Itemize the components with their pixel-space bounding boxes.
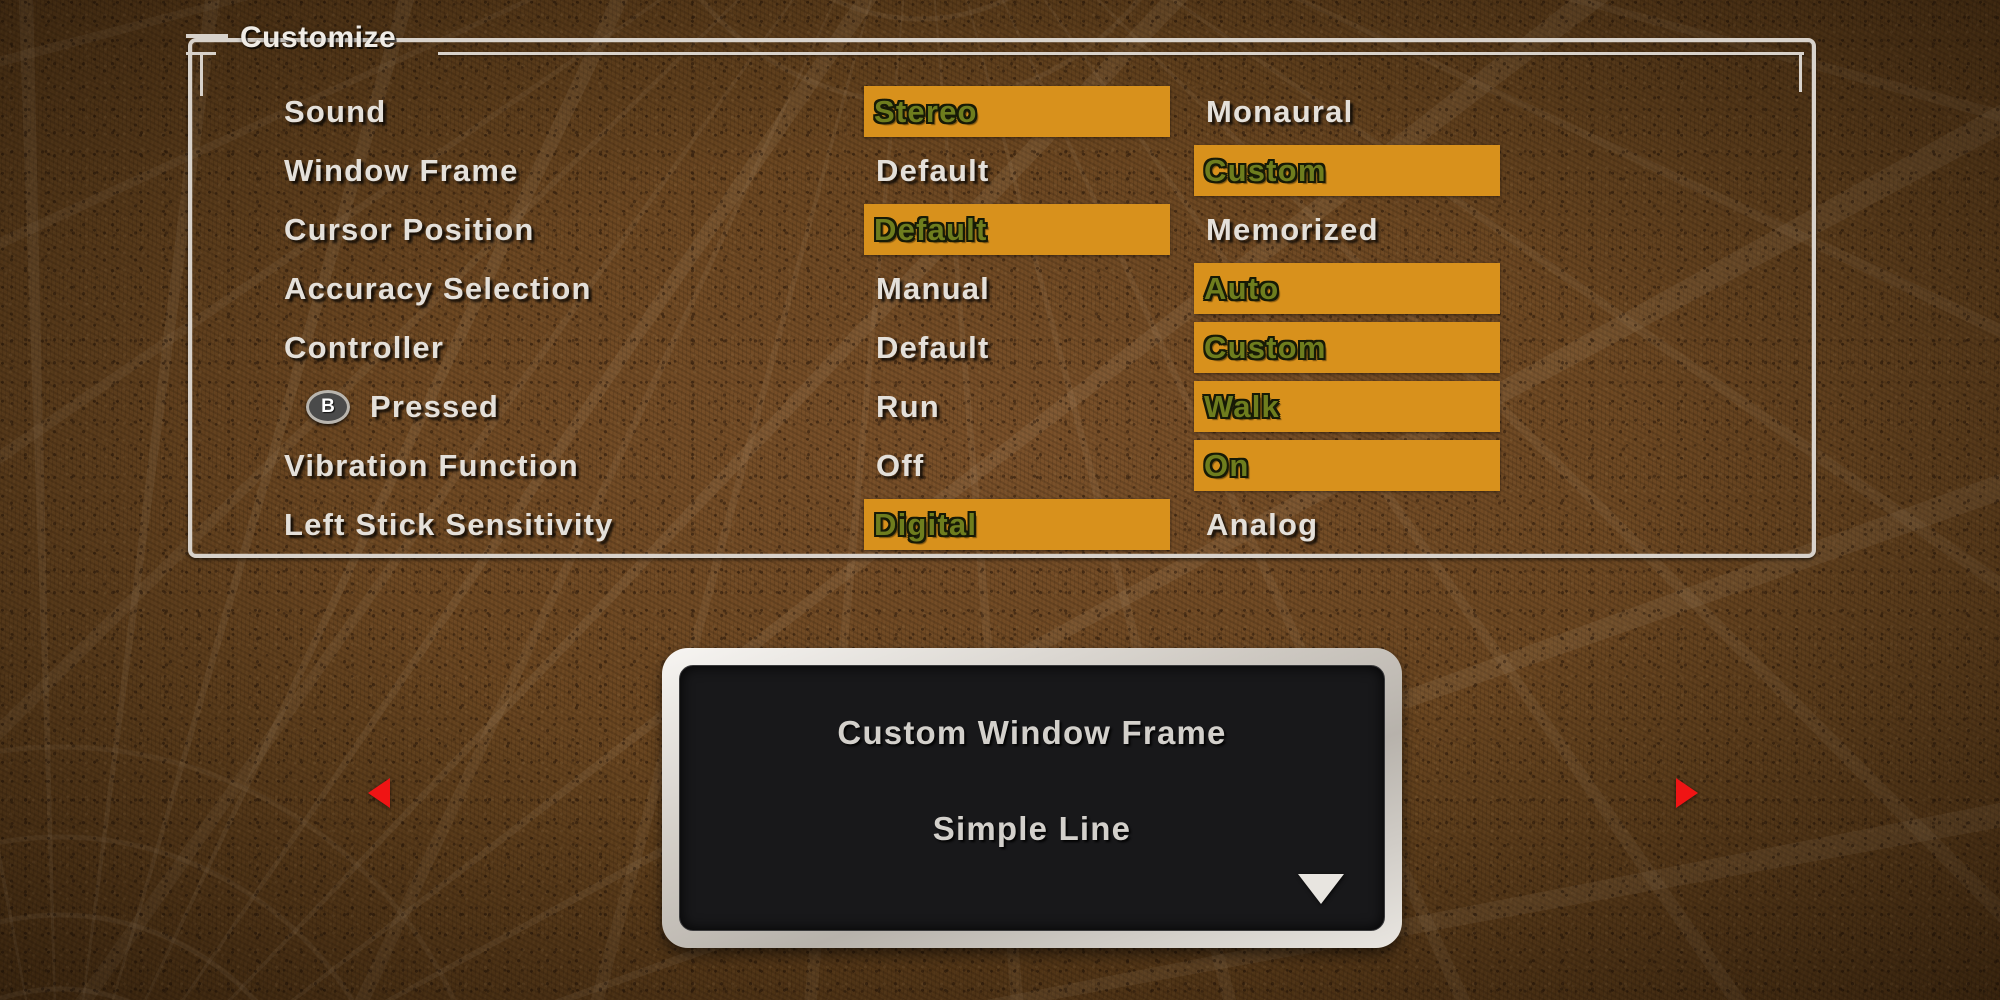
option-choices: Run Walk bbox=[864, 377, 1800, 436]
option-choices: Default Memorized bbox=[864, 200, 1800, 259]
option-choice[interactable]: Run bbox=[864, 381, 1170, 432]
option-choices: Manual Auto bbox=[864, 259, 1800, 318]
option-choices: Default Custom bbox=[864, 141, 1800, 200]
option-choice[interactable]: Off bbox=[864, 440, 1170, 491]
triangle-down-icon[interactable] bbox=[1298, 874, 1344, 904]
option-choice-selected[interactable]: Custom bbox=[1194, 322, 1500, 373]
option-label-text: Left Stick Sensitivity bbox=[284, 506, 614, 542]
option-label: Vibration Function bbox=[284, 448, 579, 484]
option-choice-selected[interactable]: Stereo bbox=[864, 86, 1170, 137]
option-label-text: Accuracy Selection bbox=[284, 270, 592, 306]
option-label: Left Stick Sensitivity bbox=[284, 507, 614, 543]
description-value: Simple Line bbox=[932, 810, 1132, 847]
triangle-right-icon[interactable] bbox=[1676, 778, 1698, 808]
option-row[interactable]: Cursor Position Default Memorized bbox=[188, 200, 1816, 259]
option-label-text: Vibration Function bbox=[284, 447, 579, 483]
option-choice[interactable]: Memorized bbox=[1194, 204, 1500, 255]
description-dialog: Custom Window Frame Simple Line bbox=[662, 648, 1402, 948]
option-choice-selected[interactable]: Digital bbox=[864, 499, 1170, 550]
option-choices: Off On bbox=[864, 436, 1800, 495]
option-choice[interactable]: Monaural bbox=[1194, 86, 1500, 137]
option-choices: Stereo Monaural bbox=[864, 82, 1800, 141]
option-label-text: Cursor Position bbox=[284, 211, 535, 247]
option-row[interactable]: B Pressed Run Walk bbox=[188, 377, 1816, 436]
page-title: Customize bbox=[240, 21, 397, 54]
option-label: Controller bbox=[284, 330, 444, 366]
option-choice[interactable]: Manual bbox=[864, 263, 1170, 314]
option-label-text: Window Frame bbox=[284, 152, 519, 188]
option-choice[interactable]: Analog bbox=[1194, 499, 1500, 550]
description-dialog-body: Custom Window Frame Simple Line bbox=[679, 665, 1385, 931]
option-label-text: Controller bbox=[284, 329, 445, 365]
option-label: B Pressed bbox=[306, 389, 499, 425]
options-list: Sound Stereo Monaural Window Frame Default Cu… bbox=[188, 82, 1816, 554]
option-choice-selected[interactable]: Default bbox=[864, 204, 1170, 255]
option-label-text: Pressed bbox=[370, 388, 500, 424]
panel-frame-stub-top bbox=[186, 34, 228, 38]
b-button-icon: B bbox=[306, 389, 350, 424]
triangle-left-icon[interactable] bbox=[368, 778, 390, 808]
option-row[interactable]: Sound Stereo Monaural bbox=[188, 82, 1816, 141]
panel-frame-inner-top bbox=[438, 52, 1804, 55]
option-choice-selected[interactable]: Walk bbox=[1194, 381, 1500, 432]
option-label: Cursor Position bbox=[284, 212, 535, 248]
option-row[interactable]: Left Stick Sensitivity Digital Analog bbox=[188, 495, 1816, 554]
option-row[interactable]: Accuracy Selection Manual Auto bbox=[188, 259, 1816, 318]
option-label: Window Frame bbox=[284, 153, 519, 189]
option-choice-selected[interactable]: Custom bbox=[1194, 145, 1500, 196]
option-label: Accuracy Selection bbox=[284, 271, 592, 307]
customize-panel: Customize Sound Stereo Monaural Window Fram… bbox=[186, 21, 1816, 558]
option-choices: Default Custom bbox=[864, 318, 1800, 377]
option-row[interactable]: Window Frame Default Custom bbox=[188, 141, 1816, 200]
option-label: Sound bbox=[284, 94, 386, 130]
option-row[interactable]: Controller Default Custom bbox=[188, 318, 1816, 377]
option-choice-selected[interactable]: Auto bbox=[1194, 263, 1500, 314]
option-row[interactable]: Vibration Function Off On bbox=[188, 436, 1816, 495]
option-choice-selected[interactable]: On bbox=[1194, 440, 1500, 491]
option-choice[interactable]: Default bbox=[864, 145, 1170, 196]
option-label-text: Sound bbox=[284, 93, 387, 129]
option-choices: Digital Analog bbox=[864, 495, 1800, 554]
description-title: Custom Window Frame bbox=[837, 714, 1227, 751]
option-choice[interactable]: Default bbox=[864, 322, 1170, 373]
